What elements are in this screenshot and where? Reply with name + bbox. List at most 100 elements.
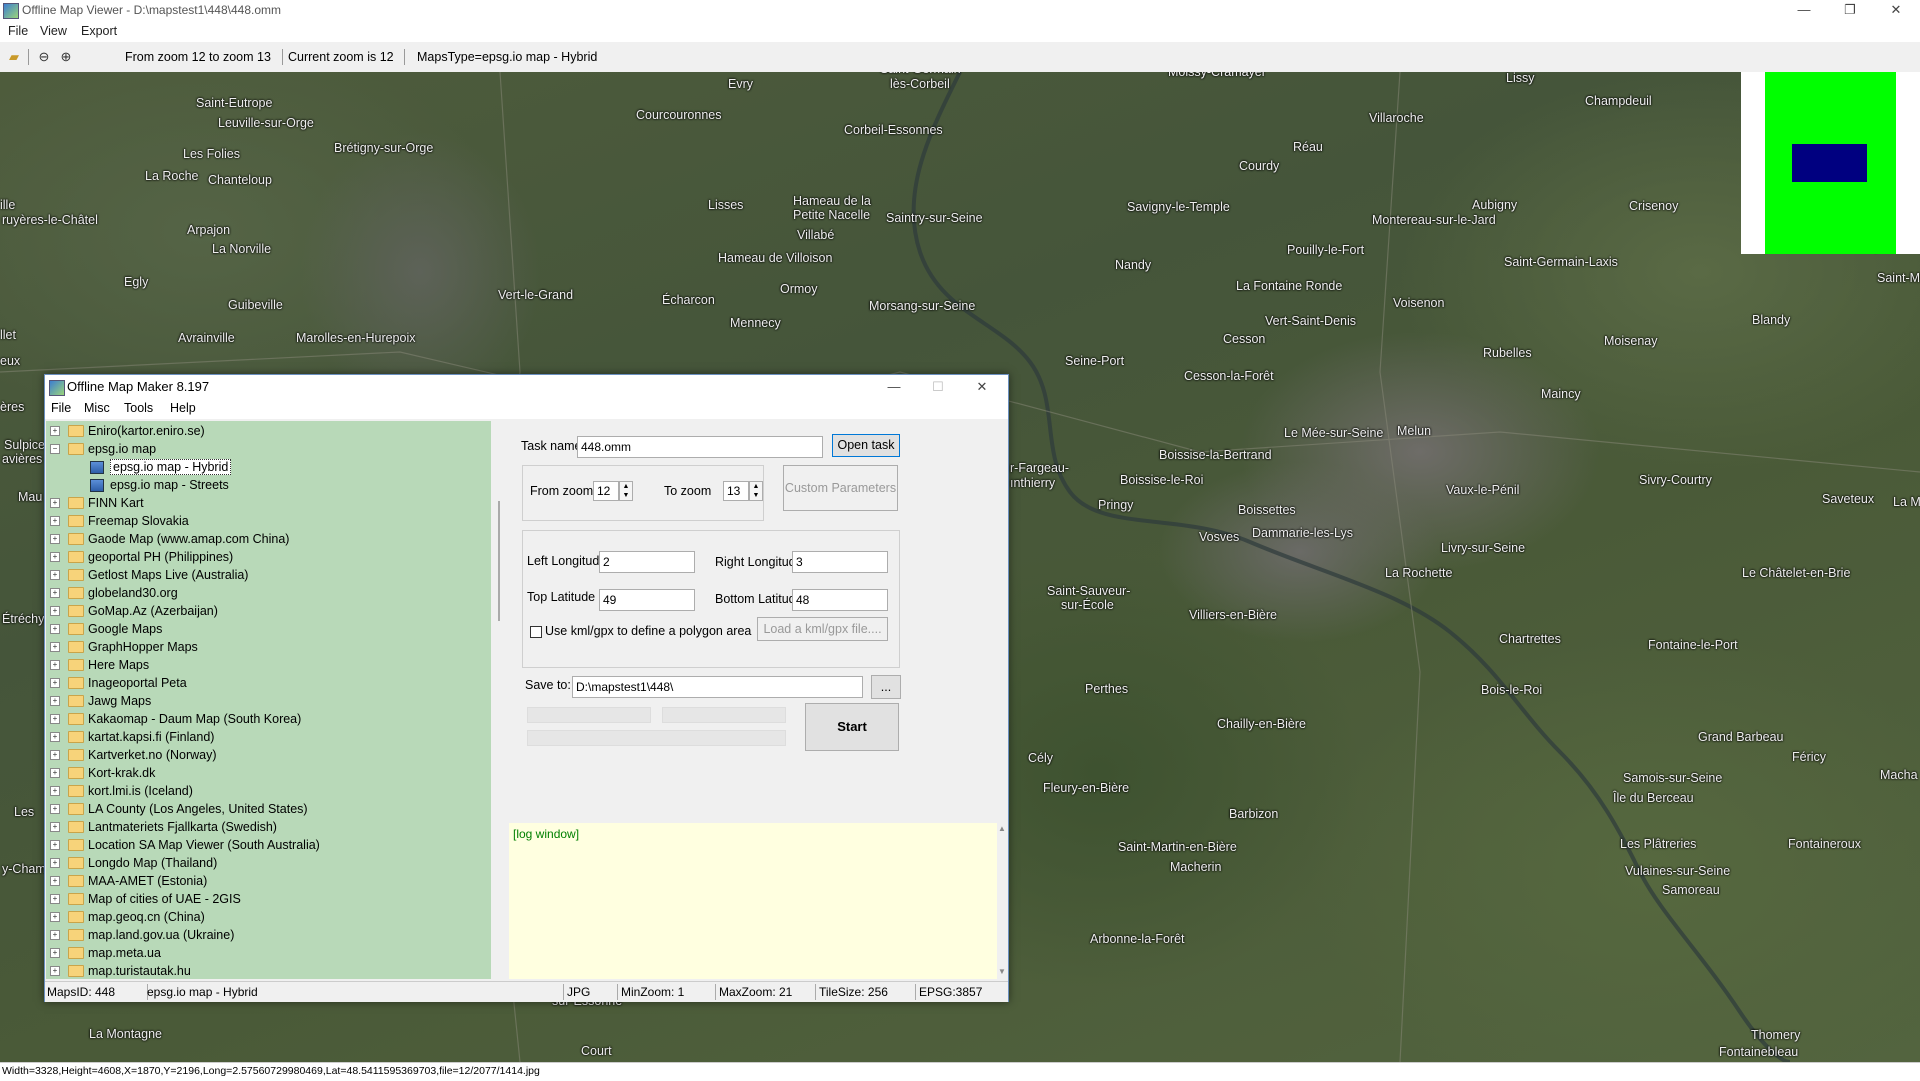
expand-icon[interactable]: + xyxy=(50,966,60,976)
expand-icon[interactable]: + xyxy=(50,840,60,850)
tree-folder-item[interactable]: + Getlost Maps Live (Australia) xyxy=(46,566,486,584)
start-button[interactable]: Start xyxy=(805,703,899,751)
expand-icon[interactable]: + xyxy=(50,606,60,616)
bottom-latitude-input[interactable] xyxy=(792,589,888,611)
task-name-input[interactable] xyxy=(577,436,823,458)
expand-icon[interactable]: + xyxy=(50,678,60,688)
from-zoom-input[interactable] xyxy=(593,481,619,501)
log-window[interactable]: [log window] xyxy=(509,823,997,979)
tree-folder-item[interactable]: + Gaode Map (www.amap.com China) xyxy=(46,530,486,548)
log-scrollbar[interactable]: ▲ ▼ xyxy=(997,823,1007,979)
tree-folder-item[interactable]: + LA County (Los Angeles, United States) xyxy=(46,800,486,818)
tree-folder-item[interactable]: + Google Maps xyxy=(46,620,486,638)
dialog-menu-misc[interactable]: Misc xyxy=(84,401,110,415)
dialog-close-button[interactable]: ✕ xyxy=(960,375,1004,399)
tree-folder-item[interactable]: + GraphHopper Maps xyxy=(46,638,486,656)
tree-folder-item[interactable]: + kort.lmi.is (Iceland) xyxy=(46,782,486,800)
menu-file[interactable]: File xyxy=(8,24,28,38)
expand-icon[interactable]: + xyxy=(50,588,60,598)
tree-scrollbar[interactable] xyxy=(491,421,509,979)
tree-folder-item[interactable]: + Map of cities of UAE - 2GIS xyxy=(46,890,486,908)
right-longitude-input[interactable] xyxy=(792,551,888,573)
scroll-down-icon[interactable]: ▼ xyxy=(998,967,1006,976)
tree-folder-item[interactable]: + map.geoq.cn (China) xyxy=(46,908,486,926)
top-latitude-input[interactable] xyxy=(599,589,695,611)
expand-icon[interactable]: + xyxy=(50,714,60,724)
tree-map-item[interactable]: epsg.io map - Hybrid xyxy=(46,458,486,476)
tree-folder-item[interactable]: − epsg.io map xyxy=(46,440,486,458)
scroll-up-icon[interactable]: ▲ xyxy=(998,824,1006,833)
tree-folder-item[interactable]: + Eniro(kartor.eniro.se) xyxy=(46,422,486,440)
tree-folder-item[interactable]: + Here Maps xyxy=(46,656,486,674)
tree-folder-item[interactable]: + Inageoportal Peta xyxy=(46,674,486,692)
dialog-menu-tools[interactable]: Tools xyxy=(124,401,153,415)
expand-icon[interactable]: + xyxy=(50,786,60,796)
expand-icon[interactable]: + xyxy=(50,660,60,670)
expand-icon[interactable]: + xyxy=(50,426,60,436)
tree-folder-item[interactable]: + geoportal PH (Philippines) xyxy=(46,548,486,566)
left-longitude-input[interactable] xyxy=(599,551,695,573)
load-kml-button[interactable]: Load a kml/gpx file.... xyxy=(757,617,888,641)
from-zoom-spinner[interactable]: ▲ ▼ xyxy=(619,481,633,501)
expand-icon[interactable]: + xyxy=(50,624,60,634)
to-zoom-spinner[interactable]: ▲ ▼ xyxy=(749,481,763,501)
expand-icon[interactable]: + xyxy=(50,858,60,868)
zoom-out-icon[interactable]: ⊖ xyxy=(36,49,52,65)
expand-icon[interactable]: + xyxy=(50,894,60,904)
save-to-input[interactable] xyxy=(572,676,863,698)
expand-icon[interactable]: + xyxy=(50,552,60,562)
tree-folder-item[interactable]: + map.land.gov.ua (Ukraine) xyxy=(46,926,486,944)
dialog-minimize-button[interactable]: — xyxy=(872,375,916,399)
expand-icon[interactable]: + xyxy=(50,696,60,706)
expand-icon[interactable]: + xyxy=(50,750,60,760)
dialog-menu-help[interactable]: Help xyxy=(170,401,196,415)
tree-map-item[interactable]: epsg.io map - Streets xyxy=(46,476,486,494)
tree-folder-item[interactable]: + globeland30.org xyxy=(46,584,486,602)
map-source-tree[interactable]: + Eniro(kartor.eniro.se) − epsg.io map epsg.… xyxy=(46,421,491,979)
expand-icon[interactable]: + xyxy=(50,516,60,526)
zoom-in-icon[interactable]: ⊕ xyxy=(58,49,74,65)
to-zoom-input[interactable] xyxy=(723,481,749,501)
tree-folder-item[interactable]: + FINN Kart xyxy=(46,494,486,512)
minimize-button[interactable]: — xyxy=(1781,0,1827,22)
kml-polygon-checkbox[interactable] xyxy=(530,626,542,638)
expand-icon[interactable]: + xyxy=(50,948,60,958)
tree-folder-item[interactable]: + Kartverket.no (Norway) xyxy=(46,746,486,764)
tree-folder-item[interactable]: + Jawg Maps xyxy=(46,692,486,710)
tree-folder-item[interactable]: + MAA-AMET (Estonia) xyxy=(46,872,486,890)
tree-folder-item[interactable]: + Longdo Map (Thailand) xyxy=(46,854,486,872)
expand-icon[interactable]: + xyxy=(50,642,60,652)
minimap[interactable] xyxy=(1741,72,1920,254)
expand-icon[interactable]: + xyxy=(50,768,60,778)
dialog-maximize-button[interactable]: ☐ xyxy=(916,375,960,399)
menu-export[interactable]: Export xyxy=(81,24,117,38)
minimap-viewport[interactable] xyxy=(1792,144,1867,182)
tree-folder-item[interactable]: + Freemap Slovakia xyxy=(46,512,486,530)
tree-scroll-thumb[interactable] xyxy=(498,501,500,621)
restore-button[interactable]: ❐ xyxy=(1827,0,1873,22)
tree-folder-item[interactable]: + Lantmateriets Fjallkarta (Swedish) xyxy=(46,818,486,836)
tree-folder-item[interactable]: + map.turistautak.hu xyxy=(46,962,486,979)
tree-folder-item[interactable]: + Location SA Map Viewer (South Australia… xyxy=(46,836,486,854)
tree-folder-item[interactable]: + kartat.kapsi.fi (Finland) xyxy=(46,728,486,746)
dialog-menu-file[interactable]: File xyxy=(51,401,71,415)
expand-icon[interactable]: + xyxy=(50,534,60,544)
tree-folder-item[interactable]: + map.meta.ua xyxy=(46,944,486,962)
tree-folder-item[interactable]: + Kakaomap - Daum Map (South Korea) xyxy=(46,710,486,728)
collapse-icon[interactable]: − xyxy=(50,444,60,454)
expand-icon[interactable]: + xyxy=(50,498,60,508)
open-folder-icon[interactable]: ▰ xyxy=(6,49,22,65)
tree-folder-item[interactable]: + Kort-krak.dk xyxy=(46,764,486,782)
browse-button[interactable]: ... xyxy=(871,675,901,699)
open-task-button[interactable]: Open task ... xyxy=(832,434,900,473)
expand-icon[interactable]: + xyxy=(50,570,60,580)
close-button[interactable]: ✕ xyxy=(1873,0,1919,22)
expand-icon[interactable]: + xyxy=(50,876,60,886)
tree-folder-item[interactable]: + GoMap.Az (Azerbaijan) xyxy=(46,602,486,620)
expand-icon[interactable]: + xyxy=(50,822,60,832)
menu-view[interactable]: View xyxy=(40,24,67,38)
expand-icon[interactable]: + xyxy=(50,930,60,940)
expand-icon[interactable]: + xyxy=(50,804,60,814)
expand-icon[interactable]: + xyxy=(50,732,60,742)
expand-icon[interactable]: + xyxy=(50,912,60,922)
